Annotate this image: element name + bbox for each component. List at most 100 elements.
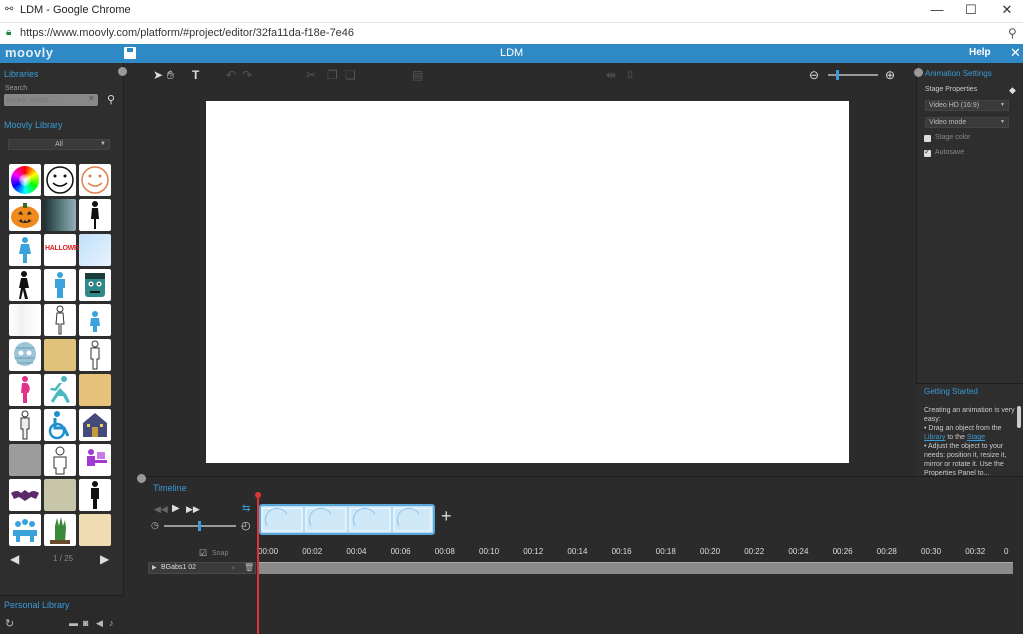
frankenstein-asset[interactable] <box>79 269 111 301</box>
text-tool-icon[interactable]: T <box>192 68 199 82</box>
flip-horizontal-icon[interactable]: ⇹ <box>606 68 616 82</box>
library-search-input[interactable] <box>4 94 98 106</box>
bat-asset[interactable] <box>9 479 41 511</box>
fast-forward-icon[interactable]: ▶▶ <box>186 504 200 515</box>
maximize-button[interactable]: ☐ <box>956 1 986 21</box>
video-mode-value: Video mode <box>929 119 967 126</box>
refresh-icon[interactable]: ↻ <box>5 617 14 630</box>
hand-pan-icon[interactable]: ✋︎ <box>167 68 174 83</box>
meeting-group-asset[interactable] <box>9 514 41 546</box>
clock-icon[interactable]: ◴ <box>241 519 251 532</box>
man-standing-sketch-asset[interactable] <box>9 409 41 441</box>
desk-worker-asset[interactable] <box>79 444 111 476</box>
search-icon[interactable]: ⚲ <box>107 93 115 106</box>
businessman-sketch-asset[interactable] <box>44 444 76 476</box>
speed-slider[interactable] <box>164 521 236 531</box>
speaker-icon[interactable]: ◀︎ <box>96 618 103 629</box>
halloween-text-asset[interactable]: HALLOWEEN <box>44 234 88 266</box>
library-link[interactable]: Library <box>924 434 945 441</box>
sand-texture-asset[interactable] <box>79 374 111 406</box>
video-format-select[interactable]: Video HD (16:9) ▼ <box>925 100 1009 111</box>
zoom-slider-handle[interactable] <box>836 70 839 80</box>
cut-icon[interactable]: ✂ <box>306 68 316 82</box>
stage-link[interactable]: Stage <box>967 434 985 441</box>
woman-sketch-asset[interactable] <box>44 304 76 336</box>
child-blue-icon-asset[interactable] <box>79 304 111 336</box>
color-wheel-asset[interactable] <box>9 164 41 196</box>
man-silhouette-asset[interactable] <box>79 479 111 511</box>
zombie-hand-asset[interactable] <box>44 514 76 546</box>
redo-icon[interactable]: ↷ <box>242 68 252 82</box>
clear-search-icon[interactable]: ✕ <box>88 94 95 103</box>
man-blue-icon-asset[interactable] <box>44 269 76 301</box>
haunted-house-asset[interactable] <box>79 409 111 441</box>
search-icon[interactable]: ⚲ <box>1008 26 1017 40</box>
add-track-button[interactable]: + <box>441 506 452 527</box>
lock-row-icon[interactable]: ● <box>231 563 236 573</box>
moovly-logo[interactable]: moovly <box>5 45 54 60</box>
library-filter-select[interactable]: All ▼ <box>8 139 110 150</box>
smiley-outline-asset[interactable] <box>44 164 76 196</box>
collapse-timeline-icon[interactable] <box>137 474 146 483</box>
getting-started-scrollbar[interactable] <box>1017 406 1021 428</box>
flip-vertical-icon[interactable]: ⇳ <box>625 68 635 82</box>
autosave-checkbox[interactable]: ✓ <box>924 147 931 157</box>
stone-texture-asset[interactable] <box>9 444 41 476</box>
expand-row-icon[interactable]: ▶ <box>152 563 157 573</box>
collapse-right-panel-icon[interactable] <box>914 68 923 77</box>
next-page-icon[interactable]: ▶︎ <box>100 552 109 566</box>
zoom-in-icon[interactable]: ⊕ <box>885 68 895 82</box>
rewind-icon[interactable]: ◀◀ <box>154 504 168 515</box>
light-blue-gradient-asset[interactable] <box>79 234 111 266</box>
snap-checkbox-icon[interactable]: ☑ <box>199 548 207 559</box>
copy-icon[interactable]: ❐ <box>327 68 338 82</box>
play-icon[interactable]: ▶ <box>172 503 180 514</box>
help-button[interactable]: Help <box>969 47 991 58</box>
loop-icon[interactable]: ⇆ <box>242 503 250 514</box>
wheelchair-icon-asset[interactable] <box>44 409 76 441</box>
woman-walking-silhouette-asset[interactable] <box>9 269 41 301</box>
diamond-icon[interactable]: ◆ <box>1009 85 1016 96</box>
pumpkin-asset[interactable] <box>9 199 41 231</box>
timeline-clip[interactable] <box>259 504 435 535</box>
zoom-slider[interactable] <box>828 70 878 80</box>
timeline-row-label[interactable]: ▶ BGabs1 02 ● 🗑︎ <box>148 562 256 574</box>
undo-icon[interactable]: ↶ <box>226 68 236 82</box>
select-arrow-icon[interactable]: ➤ <box>153 68 163 82</box>
white-panel-asset[interactable] <box>9 304 41 336</box>
smiley-orange-asset[interactable] <box>79 164 111 196</box>
zoom-out-icon[interactable]: ⊖ <box>809 68 819 82</box>
microphone-icon[interactable]: ♪ <box>109 618 114 628</box>
save-icon[interactable] <box>124 47 136 59</box>
woman-silhouette-asset[interactable] <box>79 199 111 231</box>
mummy-asset[interactable] <box>9 339 41 371</box>
running-figure-asset[interactable] <box>44 374 76 406</box>
speed-slider-handle[interactable] <box>198 521 201 531</box>
beige-texture-asset[interactable] <box>44 479 76 511</box>
woman-blue-icon-asset[interactable] <box>9 234 41 266</box>
paste-icon[interactable]: ❏ <box>345 68 356 82</box>
timeline-row-bar[interactable] <box>258 562 1013 574</box>
camera-icon[interactable]: ◙ <box>83 618 88 628</box>
man-sketch-asset[interactable] <box>79 339 111 371</box>
align-icon[interactable]: ▤ <box>412 68 423 82</box>
playhead[interactable] <box>255 492 261 634</box>
parchment-texture-asset[interactable] <box>44 339 76 371</box>
video-mode-select[interactable]: Video mode ▼ <box>925 117 1009 128</box>
browser-chrome: ⚯ LDM - Google Chrome — ☐ ✕ 🔒︎ https://w… <box>0 0 1023 44</box>
minimize-button[interactable]: — <box>922 1 952 21</box>
url-text[interactable]: https://www.moovly.com/platform/#project… <box>20 27 354 39</box>
upload-icon[interactable]: ▬ <box>69 618 78 628</box>
delete-row-icon[interactable]: 🗑︎ <box>244 563 254 573</box>
teal-gradient-asset[interactable] <box>44 199 76 231</box>
close-window-button[interactable]: ✕ <box>992 1 1022 21</box>
pregnant-woman-pink-asset[interactable] <box>9 374 41 406</box>
personal-library-title[interactable]: Personal Library <box>4 600 70 610</box>
close-editor-icon[interactable]: ✕ <box>1010 45 1021 61</box>
stage-color-checkbox[interactable] <box>924 135 931 142</box>
collapse-left-panel-icon[interactable] <box>118 67 127 76</box>
address-bar[interactable]: 🔒︎ https://www.moovly.com/platform/#proj… <box>0 22 1023 44</box>
cream-texture-asset[interactable] <box>79 514 111 546</box>
stage-canvas[interactable] <box>206 101 849 463</box>
previous-page-icon[interactable]: ◀︎ <box>10 552 19 566</box>
